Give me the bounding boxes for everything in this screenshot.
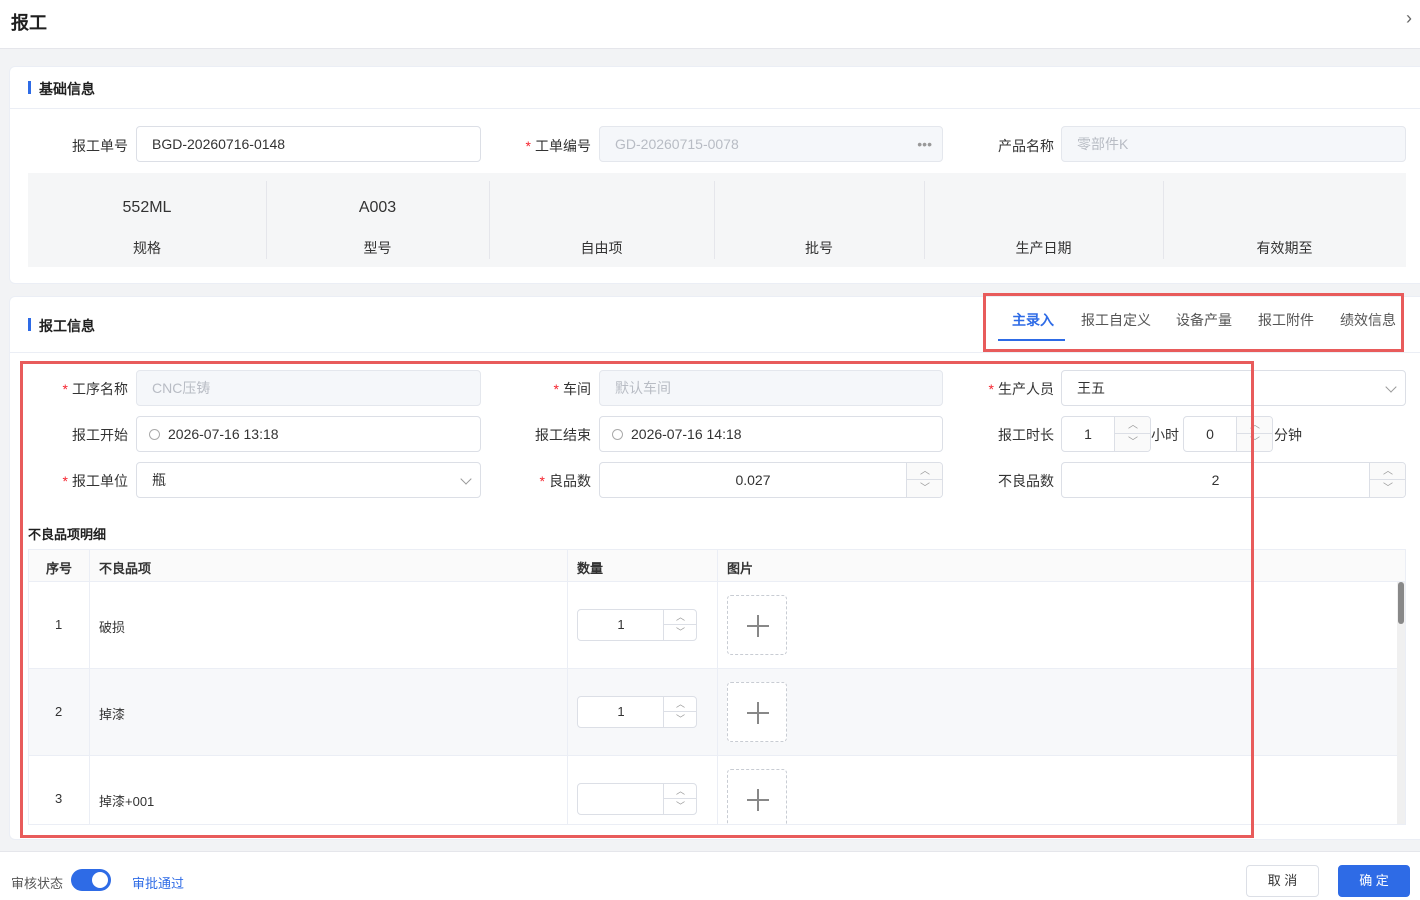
col-item: 不良品项 [99, 561, 152, 576]
workshop-input: 默认车间 [599, 370, 943, 406]
basic-info-title: 基础信息 [28, 79, 95, 99]
minutes-stepper[interactable]: 0 ︿ ﹀ [1183, 416, 1273, 452]
tab-attachments[interactable]: 报工附件 [1258, 310, 1314, 330]
confirm-button[interactable]: 确 定 [1338, 865, 1410, 897]
info-spec: 552ML 规格 [122, 199, 172, 256]
info-model: A003 型号 [358, 199, 397, 256]
dialog-title: 报工 [11, 13, 47, 33]
increment-icon[interactable]: ︿ [1115, 417, 1150, 434]
increment-icon[interactable]: ︿ [1370, 463, 1405, 480]
decrement-icon[interactable]: ﹀ [664, 712, 697, 727]
qty-stepper[interactable]: ︿ ﹀ [577, 783, 697, 815]
decrement-icon[interactable]: ﹀ [1115, 434, 1150, 451]
tab-main-entry[interactable]: 主录入 [1012, 310, 1054, 330]
tab-ink-bar [998, 339, 1065, 341]
report-info-title: 报工信息 [28, 316, 95, 336]
report-no-label: 报工单号 [72, 138, 128, 154]
defect-table: 序号 不良品项 数量 图片 1 破损 1 ︿ ﹀ 2 掉漆 1 ︿ ﹀ 3 掉漆+0… [28, 549, 1406, 825]
dialog-footer: 审核状态 审批通过 取 消 确 定 [0, 851, 1420, 900]
process-input: CNC压铸 [136, 370, 481, 406]
bad-qty-stepper[interactable]: 2 ︿ ﹀ [1061, 462, 1406, 498]
workshop-label: * 车间 [553, 381, 591, 397]
image-upload-plus-icon[interactable] [727, 682, 787, 742]
info-production-date: 生产日期 [1015, 240, 1072, 256]
image-upload-plus-icon[interactable] [727, 769, 787, 824]
tab-custom[interactable]: 报工自定义 [1081, 310, 1151, 330]
divider [10, 108, 1420, 109]
work-order-label: * 工单编号 [525, 138, 591, 154]
end-datetime-input[interactable]: 2026-07-16 14:18 [599, 416, 943, 452]
info-batch: 批号 [805, 240, 833, 256]
qty-stepper[interactable]: 1 ︿ ﹀ [577, 609, 697, 641]
unit-select[interactable]: 瓶 [136, 462, 481, 498]
decrement-icon[interactable]: ﹀ [1237, 434, 1272, 451]
worker-select[interactable]: 王五 [1061, 370, 1406, 406]
product-label: 产品名称 [998, 138, 1054, 154]
increment-icon[interactable]: ︿ [907, 463, 942, 480]
good-qty-label: * 良品数 [539, 473, 591, 489]
cancel-button[interactable]: 取 消 [1246, 865, 1319, 897]
increment-icon[interactable]: ︿ [664, 784, 697, 799]
image-upload-plus-icon[interactable] [727, 595, 787, 655]
close-icon[interactable]: › [1406, 8, 1420, 32]
increment-icon[interactable]: ︿ [664, 610, 697, 625]
good-qty-stepper[interactable]: 0.027 ︿ ﹀ [599, 462, 943, 498]
work-order-input[interactable]: GD-20260715-0078 ••• [599, 126, 943, 162]
info-expiry: 有效期至 [1256, 240, 1313, 256]
clock-icon [149, 429, 160, 440]
worker-label: * 生产人员 [988, 381, 1054, 397]
report-no-input[interactable]: BGD-20260716-0148 [136, 126, 481, 162]
chevron-down-icon [460, 473, 472, 485]
info-free-item: 自由项 [580, 240, 623, 256]
increment-icon[interactable]: ︿ [1237, 417, 1272, 434]
tab-performance[interactable]: 绩效信息 [1340, 310, 1396, 330]
product-info-strip: 552ML 规格 A003 型号 自由项 批号 生产日期 有效期至 [28, 173, 1406, 267]
product-input: 零部件K [1061, 126, 1406, 162]
minutes-unit: 分钟 [1274, 427, 1302, 443]
col-no: 序号 [46, 561, 73, 576]
start-label: 报工开始 [72, 427, 128, 443]
defect-details-title: 不良品项明细 [28, 527, 107, 542]
duration-label: 报工时长 [998, 427, 1054, 443]
hours-stepper[interactable]: 1 ︿ ﹀ [1061, 416, 1151, 452]
end-label: 报工结束 [535, 427, 591, 443]
decrement-icon[interactable]: ﹀ [664, 625, 697, 640]
process-label: * 工序名称 [62, 381, 128, 397]
start-datetime-input[interactable]: 2026-07-16 13:18 [136, 416, 481, 452]
col-qty: 数量 [577, 561, 604, 576]
decrement-icon[interactable]: ﹀ [664, 799, 697, 814]
decrement-icon[interactable]: ﹀ [907, 480, 942, 497]
col-image: 图片 [727, 561, 754, 576]
review-status-toggle[interactable] [71, 869, 111, 891]
hours-unit: 小时 [1151, 427, 1179, 443]
dialog-header: 报工 › [0, 0, 1420, 49]
divider [10, 352, 1420, 353]
increment-icon[interactable]: ︿ [664, 697, 697, 712]
table-scrollbar[interactable] [1397, 582, 1405, 824]
review-status-label: 审核状态 [11, 876, 64, 891]
approve-status-text: 审批通过 [132, 876, 185, 891]
decrement-icon[interactable]: ﹀ [1370, 480, 1405, 497]
qty-stepper[interactable]: 1 ︿ ﹀ [577, 696, 697, 728]
tab-equipment-output[interactable]: 设备产量 [1176, 310, 1232, 330]
clock-icon [612, 429, 623, 440]
unit-label: * 报工单位 [62, 473, 128, 489]
bad-qty-label: 不良品数 [998, 473, 1054, 489]
chevron-down-icon [1385, 381, 1397, 393]
more-icon[interactable]: ••• [917, 127, 932, 161]
